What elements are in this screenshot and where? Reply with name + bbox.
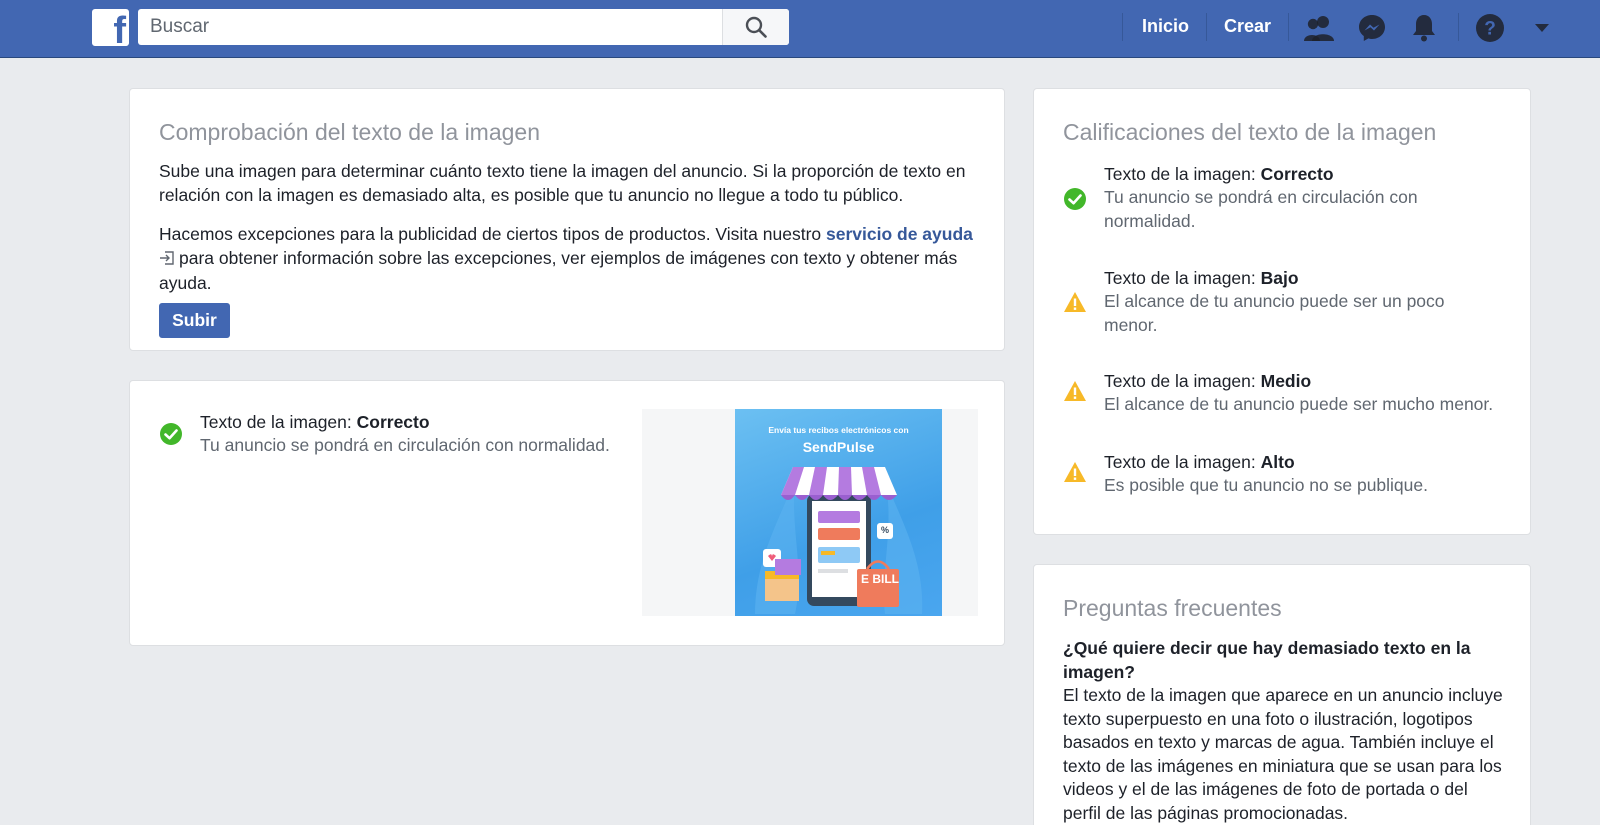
rating-label: Texto de la imagen: xyxy=(1104,268,1261,288)
nav-create-link[interactable]: Crear xyxy=(1224,16,1271,37)
svg-text:?: ? xyxy=(1484,19,1496,40)
image-preview-area: Envía tus recibos electrónicos con SendP… xyxy=(642,409,978,616)
nav-home-link[interactable]: Inicio xyxy=(1142,16,1189,37)
exceptions-paragraph: Hacemos excepciones para la publicidad d… xyxy=(159,223,974,296)
warning-triangle-icon xyxy=(1064,381,1086,401)
rating-value: Alto xyxy=(1260,452,1295,472)
rating-label: Texto de la imagen: xyxy=(1104,452,1261,472)
nav-divider xyxy=(1458,13,1459,41)
rating-item-low: Texto de la imagen: Bajo xyxy=(1104,267,1299,291)
result-card: Texto de la imagen: Correcto Tu anuncio … xyxy=(129,380,1005,646)
card-title: Calificaciones del texto de la imagen xyxy=(1063,119,1437,145)
top-navigation-bar: f Inicio Crear xyxy=(0,0,1600,58)
rating-description: Es posible que tu anuncio no se publique… xyxy=(1104,475,1428,495)
rating-item-high: Texto de la imagen: Alto xyxy=(1104,451,1295,475)
upload-button[interactable]: Subir xyxy=(159,303,230,338)
ad-image-tag: E BILL xyxy=(861,572,899,586)
ad-image-preview: Envía tus recibos electrónicos con SendP… xyxy=(735,409,942,616)
exceptions-text-start: Hacemos excepciones para la publicidad d… xyxy=(159,224,826,244)
account-menu-caret-icon[interactable] xyxy=(1525,12,1559,44)
search-button[interactable] xyxy=(722,9,789,45)
rating-value: Medio xyxy=(1260,371,1312,391)
search-box xyxy=(138,9,789,45)
rating-value: Bajo xyxy=(1260,268,1299,288)
shop-illustration xyxy=(755,467,923,614)
rating-description: Tu anuncio se pondrá en circulación con … xyxy=(1104,187,1418,231)
friend-requests-icon[interactable] xyxy=(1302,12,1336,44)
result-rating: Correcto xyxy=(356,412,430,432)
rating-item-correct: Texto de la imagen: Correcto xyxy=(1104,163,1334,187)
rating-description: El alcance de tu anuncio puede ser mucho… xyxy=(1104,394,1494,414)
faq-answer: El texto de la imagen que aparece en un … xyxy=(1063,685,1503,823)
facebook-logo-icon[interactable]: f xyxy=(92,9,129,46)
rating-item-medium: Texto de la imagen: Medio xyxy=(1104,370,1311,394)
help-center-link[interactable]: servicio de ayuda xyxy=(826,224,973,244)
intro-paragraph: Sube una imagen para determinar cuánto t… xyxy=(159,161,966,205)
rating-description: El alcance de tu anuncio puede ser un po… xyxy=(1104,291,1445,335)
card-title: Comprobación del texto de la imagen xyxy=(159,119,541,145)
notifications-bell-icon[interactable] xyxy=(1407,12,1441,44)
search-input[interactable] xyxy=(138,9,723,45)
result-label: Texto de la imagen: xyxy=(200,412,357,432)
nav-divider xyxy=(1288,13,1289,41)
rating-label: Texto de la imagen: xyxy=(1104,371,1261,391)
faq-card: Preguntas frecuentes ¿Qué quiere decir q… xyxy=(1033,564,1531,825)
image-text-check-card: Comprobación del texto de la imagen Sube… xyxy=(129,88,1005,351)
messenger-icon[interactable] xyxy=(1355,12,1389,44)
nav-divider xyxy=(1206,13,1207,41)
nav-divider xyxy=(1122,13,1123,41)
text-ratings-card: Calificaciones del texto de la imagen Te… xyxy=(1033,88,1531,535)
warning-triangle-icon xyxy=(1064,462,1086,482)
check-circle-icon xyxy=(160,423,182,445)
rating-value: Correcto xyxy=(1260,164,1334,184)
result-rating-line: Texto de la imagen: Correcto xyxy=(200,411,430,435)
card-title: Preguntas frecuentes xyxy=(1063,595,1282,621)
exceptions-text-end: para obtener información sobre las excep… xyxy=(159,247,958,294)
rating-label: Texto de la imagen: xyxy=(1104,164,1261,184)
warning-triangle-icon xyxy=(1064,292,1086,312)
ad-image-percent: % xyxy=(881,525,890,535)
faq-question: ¿Qué quiere decir que hay demasiado text… xyxy=(1063,638,1471,682)
result-description: Tu anuncio se pondrá en circulación con … xyxy=(200,435,610,455)
check-circle-icon xyxy=(1064,188,1086,210)
search-icon xyxy=(745,16,767,38)
help-question-icon[interactable]: ? xyxy=(1473,12,1507,44)
external-link-icon xyxy=(159,249,175,273)
